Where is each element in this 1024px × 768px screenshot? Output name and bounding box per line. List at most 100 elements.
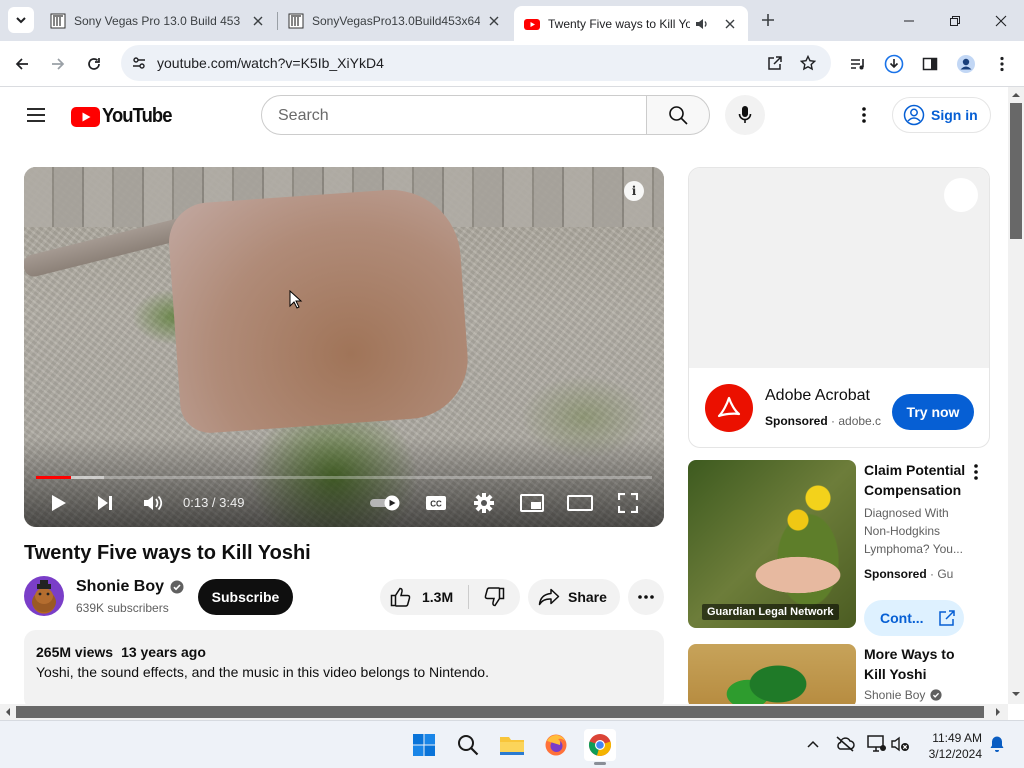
arrow-right-icon [52,58,65,70]
close-tab-icon[interactable] [250,13,266,29]
address-bar[interactable]: youtube.com/watch?v=K5Ib_XiYkD4 [121,45,831,81]
close-tab-icon[interactable] [486,13,502,29]
cta-label: Cont... [880,610,924,626]
windows-logo-icon [413,734,435,756]
mute-button[interactable] [139,489,167,517]
recommendation-video-item[interactable]: More Ways to Kill Yoshi Shonie Boy [688,644,990,704]
time-display: 0:13 / 3:49 [183,495,245,510]
downloads-button[interactable] [880,50,908,78]
recommendation-title[interactable]: More Ways to Kill Yoshi [864,644,968,684]
video-player[interactable]: i 0:13 / 3:49 CC [24,167,664,527]
vertical-scrollbar[interactable] [1008,87,1024,704]
autoplay-toggle[interactable] [368,489,404,517]
miniplayer-button[interactable] [518,489,546,517]
recommendation-thumbnail[interactable] [688,644,856,704]
microphone-icon [738,106,752,123]
reload-button[interactable] [80,50,108,78]
scroll-left-icon[interactable] [4,708,12,716]
sign-in-button[interactable]: Sign in [892,97,991,133]
site-info-icon[interactable] [129,53,149,73]
external-link-icon [768,56,782,70]
open-in-app-button[interactable] [763,51,787,75]
settings-button[interactable] [470,489,498,517]
tab-title: Twenty Five ways to Kill Yoshi [548,16,690,31]
recommendation-thumbnail[interactable]: Guardian Legal Network [688,460,856,628]
scroll-right-icon[interactable] [994,708,1002,716]
like-button[interactable]: 1.3M [380,579,468,615]
chrome-menu-button[interactable] [988,50,1016,78]
bookmark-button[interactable] [796,51,820,75]
tab-youtube-active[interactable]: Twenty Five ways to Kill Yoshi [514,6,748,41]
play-button[interactable] [45,489,73,517]
clock[interactable]: 11:49 AM 3/12/2024 [916,730,982,762]
thumbnail-label: Guardian Legal Network [702,604,839,620]
channel-name[interactable]: Shonie Boy [76,578,164,596]
chrome-button[interactable] [584,729,616,765]
search-input[interactable]: Search [261,95,647,135]
tab-sony-vegas-1[interactable]: Sony Vegas Pro 13.0 Build 453 ( [40,0,276,41]
new-tab-button[interactable] [756,8,780,32]
recommendation-menu-button[interactable] [968,462,984,482]
file-explorer-button[interactable] [496,729,528,761]
next-button[interactable] [91,489,119,517]
search-button[interactable] [646,95,710,135]
subscribe-button[interactable]: Subscribe [198,579,293,615]
firefox-button[interactable] [540,729,572,761]
more-vertical-icon [974,464,978,480]
volume-status-button[interactable] [890,733,912,755]
progress-bar[interactable] [36,476,652,479]
onedrive-status-button[interactable] [834,733,856,755]
theater-mode-button[interactable] [566,489,594,517]
horizontal-scroll-thumb[interactable] [16,706,984,718]
restore-button[interactable] [932,0,978,41]
close-tab-icon[interactable] [722,16,738,32]
recommendation-description: Diagnosed With Non-Hodgkins Lymphoma? Yo… [864,506,963,556]
horizontal-scrollbar[interactable] [0,704,1008,720]
start-button[interactable] [408,729,440,761]
recommendation-title[interactable]: Claim Potential Compensation [864,460,968,500]
taskbar-search-button[interactable] [452,729,484,761]
ad-title[interactable]: Adobe Acrobat [765,387,870,405]
url-text[interactable]: youtube.com/watch?v=K5Ib_XiYkD4 [157,55,384,71]
profile-button[interactable] [952,50,980,78]
settings-menu-button[interactable] [852,103,876,127]
recommendation-ad-item[interactable]: Guardian Legal Network Claim Potential C… [688,460,990,636]
share-button[interactable]: Share [528,579,620,615]
scroll-up-icon[interactable] [1012,91,1020,99]
guide-menu-button[interactable] [22,101,50,129]
ad-try-now-button[interactable]: Try now [892,394,974,430]
sign-in-label: Sign in [931,107,978,123]
youtube-logo[interactable]: YouTube [71,105,178,128]
thumbs-up-icon [390,587,411,607]
voice-search-button[interactable] [725,95,765,135]
tab-search-button[interactable] [8,7,34,33]
forward-button[interactable] [44,50,72,78]
scroll-down-icon[interactable] [1012,690,1020,698]
ad-media[interactable] [689,168,989,368]
channel-avatar[interactable] [24,576,64,616]
side-panel-button[interactable] [916,50,944,78]
show-hidden-icons-button[interactable] [802,733,824,755]
recommendation-cta-button[interactable]: Cont... [864,600,964,636]
more-actions-button[interactable] [628,579,664,615]
recommendation-channel-row: Shonie Boy [864,688,942,702]
minimize-button[interactable] [886,0,932,41]
notifications-button[interactable] [986,733,1008,755]
back-button[interactable] [8,50,36,78]
speaker-icon[interactable] [694,16,710,32]
info-icon[interactable]: i [624,181,644,201]
dislike-button[interactable] [470,579,518,615]
reload-icon [88,58,100,70]
close-window-button[interactable] [978,0,1024,41]
upload-age: 13 years ago [121,644,206,660]
description-box[interactable]: 265M views 13 years ago Yoshi, the sound … [24,630,664,710]
display-status-button[interactable] [866,733,888,755]
channel-name-row[interactable]: Shonie Boy [76,578,184,596]
captions-button[interactable]: CC [422,489,450,517]
ad-card[interactable]: Adobe Acrobat Sponsored · adobe.c Try no… [688,167,990,448]
vertical-scroll-thumb[interactable] [1010,103,1022,239]
media-controls-button[interactable] [844,50,872,78]
browser-toolbar: youtube.com/watch?v=K5Ib_XiYkD4 [0,41,1024,87]
fullscreen-button[interactable] [614,489,642,517]
tab-sony-vegas-2[interactable]: SonyVegasPro13.0Build453x64( [278,0,512,41]
